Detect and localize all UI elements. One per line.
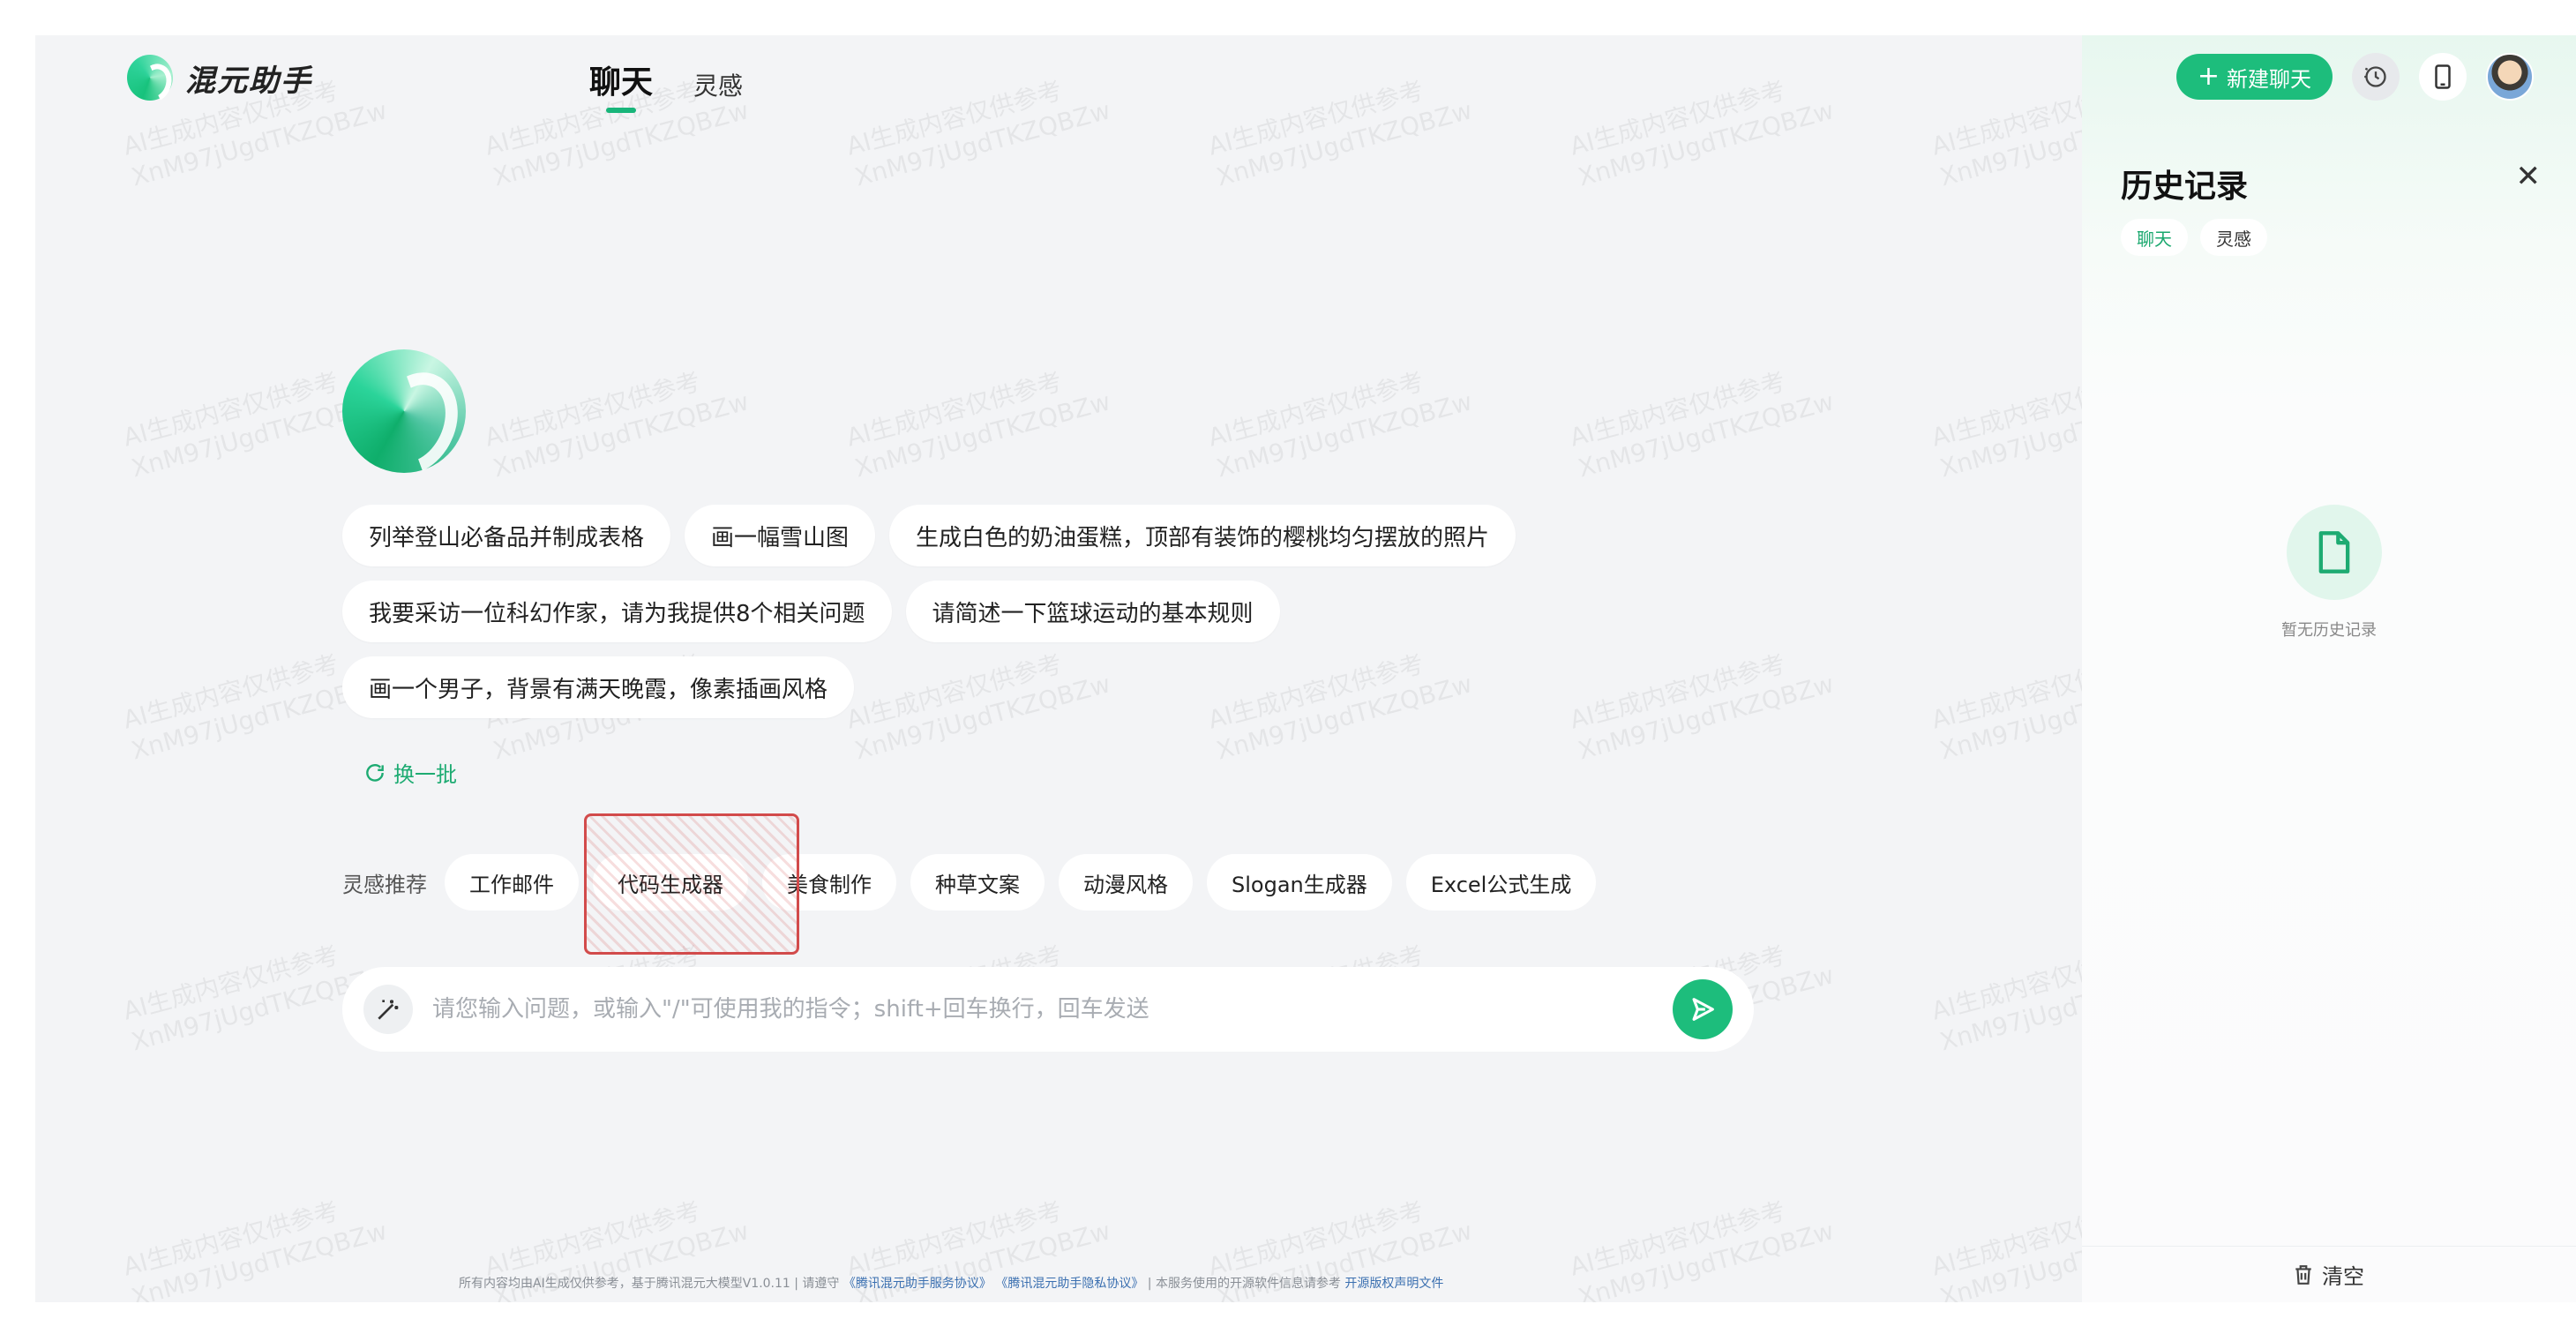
refresh-suggestions-button[interactable]: 换一批 (363, 757, 457, 788)
suggestion-chip[interactable]: 画一个男子，背景有满天晚霞，像素插画风格 (342, 656, 855, 718)
suggestion-chip[interactable]: 列举登山必备品并制成表格 (342, 505, 671, 566)
refresh-icon (366, 763, 384, 782)
suggestion-chip[interactable]: 画一幅雪山图 (685, 505, 876, 566)
watermark-line: AI生成内容仅供参考 (843, 366, 1066, 453)
refresh-label: 换一批 (393, 762, 457, 787)
brand-logo[interactable]: 混元助手 (127, 55, 312, 101)
service-agreement-link[interactable]: 《腾讯混元助手服务协议》 (843, 1277, 992, 1291)
clear-label: 清空 (2322, 1264, 2364, 1289)
close-icon[interactable]: ✕ (2516, 159, 2542, 194)
inspiration-chip[interactable]: Excel公式生成 (1405, 854, 1597, 911)
history-tabs: 聊天 灵感 (2121, 219, 2267, 256)
footer-disclaimer: 所有内容均由AI生成仅供参考，基于腾讯混元大模型V1.0.11 | 请遵守 《腾… (459, 1274, 1443, 1292)
new-chat-button[interactable]: + 新建聊天 (2175, 54, 2333, 100)
watermark-line: XnM97jUgdTKZQBZw (1575, 95, 1838, 192)
watermark-text: AI生成内容仅供参考XnM97jUgdTKZQBZw (843, 64, 1114, 194)
history-panel: 历史记录 ✕ 聊天 灵感 暂无历史记录 清空 (2082, 35, 2576, 1302)
header-actions: + 新建聊天 (2175, 53, 2534, 101)
brand-name: 混元助手 (185, 63, 312, 99)
history-title: 历史记录 (2121, 169, 2249, 205)
chat-input-bar (342, 967, 1754, 1052)
empty-history-text: 暂无历史记录 (2281, 621, 2377, 640)
tab-inspiration[interactable]: 灵感 (693, 67, 743, 102)
chat-input[interactable] (432, 996, 1653, 1023)
open-source-link[interactable]: 开源版权声明文件 (1344, 1277, 1443, 1291)
watermark-line: AI生成内容仅供参考 (1205, 366, 1427, 453)
inspiration-chip[interactable]: 美食制作 (762, 854, 896, 911)
inspiration-chip[interactable]: 工作邮件 (445, 854, 579, 911)
suggestion-chip[interactable]: 我要采访一位科幻作家，请为我提供8个相关问题 (342, 581, 892, 642)
watermark-line: AI生成内容仅供参考 (843, 75, 1066, 161)
watermark-line: XnM97jUgdTKZQBZw (1575, 1216, 1838, 1302)
watermark-text: AI生成内容仅供参考XnM97jUgdTKZQBZw (482, 356, 753, 485)
app-frame: AI生成内容仅供参考 XnM97jUgdTKZQBZw AI生成内容仅供参考 XnM9… (35, 35, 2576, 1302)
new-chat-label: 新建聊天 (2227, 66, 2311, 92)
watermark-line: AI生成内容仅供参考 (1205, 1195, 1427, 1282)
tab-chat[interactable]: 聊天 (589, 56, 653, 102)
watermark-text: AI生成内容仅供参考XnM97jUgdTKZQBZw (1567, 64, 1838, 194)
watermark-line: AI生成内容仅供参考 (120, 1195, 342, 1282)
watermark-line: XnM97jUgdTKZQBZw (128, 95, 391, 192)
top-tabs: 聊天 灵感 (589, 56, 743, 102)
watermark-line: XnM97jUgdTKZQBZw (1575, 386, 1838, 483)
assistant-logo-icon (342, 349, 466, 473)
mobile-phone-icon (2435, 64, 2451, 89)
suggestion-list: 列举登山必备品并制成表格 画一幅雪山图 生成白色的奶油蛋糕，顶部有装饰的樱桃均匀… (342, 505, 1666, 718)
watermark-line: XnM97jUgdTKZQBZw (128, 1216, 391, 1302)
send-icon (1692, 998, 1714, 1021)
inspiration-label: 灵感推荐 (342, 872, 427, 897)
watermark-line: XnM97jUgdTKZQBZw (851, 95, 1114, 192)
footer-text: 所有内容均由AI生成仅供参考，基于腾讯混元大模型V1.0.11 | 请遵守 (459, 1277, 840, 1291)
watermark-line: AI生成内容仅供参考 (482, 1195, 704, 1282)
plus-icon: + (2197, 61, 2220, 92)
watermark-line: XnM97jUgdTKZQBZw (851, 386, 1114, 483)
magic-wand-icon (378, 1000, 399, 1020)
history-clock-icon (2364, 66, 2386, 87)
watermark-line: XnM97jUgdTKZQBZw (1213, 95, 1476, 192)
watermark-text: AI生成内容仅供参考XnM97jUgdTKZQBZw (120, 1185, 391, 1302)
privacy-agreement-link[interactable]: 《腾讯混元助手隐私协议》 (995, 1277, 1143, 1291)
trash-icon (2295, 1264, 2311, 1285)
watermark-line: XnM97jUgdTKZQBZw (1213, 386, 1476, 483)
watermark-text: AI生成内容仅供参考XnM97jUgdTKZQBZw (1567, 356, 1838, 485)
watermark-line: AI生成内容仅供参考 (1567, 75, 1789, 161)
watermark-text: AI生成内容仅供参考XnM97jUgdTKZQBZw (1205, 356, 1476, 485)
inspiration-chip[interactable]: 种草文案 (910, 854, 1045, 911)
command-button[interactable] (363, 985, 413, 1034)
inspiration-chip[interactable]: 动漫风格 (1059, 854, 1193, 911)
suggestion-chip[interactable]: 生成白色的奶油蛋糕，顶部有装饰的樱桃均匀摆放的照片 (889, 505, 1516, 566)
watermark-line: AI生成内容仅供参考 (1205, 75, 1427, 161)
watermark-text: AI生成内容仅供参考XnM97jUgdTKZQBZw (1567, 1185, 1838, 1302)
history-tab-inspiration[interactable]: 灵感 (2200, 219, 2267, 256)
mobile-button[interactable] (2419, 53, 2467, 101)
suggestion-row: 画一个男子，背景有满天晚霞，像素插画风格 (342, 656, 1666, 718)
suggestion-row: 我要采访一位科幻作家，请为我提供8个相关问题 请简述一下篮球运动的基本规则 (342, 581, 1666, 642)
history-tab-chat[interactable]: 聊天 (2121, 219, 2188, 256)
empty-document-icon (2287, 505, 2382, 600)
clear-history-button[interactable]: 清空 (2082, 1246, 2576, 1302)
watermark-text: AI生成内容仅供参考XnM97jUgdTKZQBZw (843, 356, 1114, 485)
inspiration-chip[interactable]: 代码生成器 (593, 854, 748, 911)
watermark-line: XnM97jUgdTKZQBZw (490, 386, 753, 483)
footer-text: | 本服务使用的开源软件信息请参考 (1147, 1277, 1341, 1291)
watermark-line: AI生成内容仅供参考 (1567, 1195, 1789, 1282)
user-avatar[interactable] (2486, 53, 2534, 101)
send-button[interactable] (1673, 979, 1733, 1039)
inspiration-chip[interactable]: Slogan生成器 (1207, 854, 1392, 911)
suggestion-chip[interactable]: 请简述一下篮球运动的基本规则 (905, 581, 1280, 642)
watermark-line: AI生成内容仅供参考 (843, 1195, 1066, 1282)
history-button[interactable] (2352, 53, 2400, 101)
inspiration-row: 灵感推荐 工作邮件 代码生成器 美食制作 种草文案 动漫风格 Slogan生成器… (342, 854, 1597, 911)
watermark-text: AI生成内容仅供参考XnM97jUgdTKZQBZw (1205, 64, 1476, 194)
watermark-line: AI生成内容仅供参考 (482, 366, 704, 453)
suggestion-row: 列举登山必备品并制成表格 画一幅雪山图 生成白色的奶油蛋糕，顶部有装饰的樱桃均匀… (342, 505, 1666, 566)
watermark-line: AI生成内容仅供参考 (1567, 366, 1789, 453)
hunyuan-logo-icon (127, 55, 173, 101)
